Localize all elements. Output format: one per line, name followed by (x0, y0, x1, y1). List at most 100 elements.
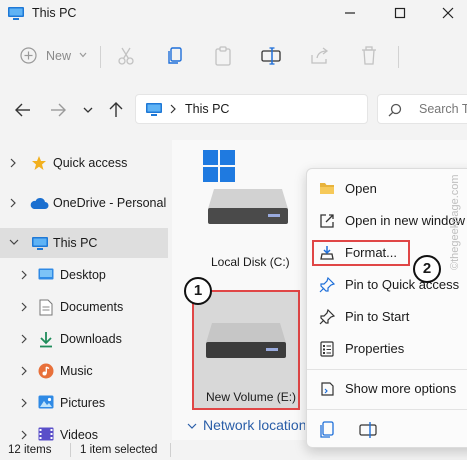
sidebar-item-onedrive[interactable]: OneDrive - Personal (0, 188, 168, 218)
sidebar-item-label: Quick access (53, 156, 128, 170)
pictures-icon (38, 395, 54, 410)
menu-divider (307, 369, 467, 370)
chevron-down-icon[interactable] (186, 422, 198, 430)
chevron-right-icon[interactable] (20, 333, 28, 345)
sidebar-item-label: This PC (53, 236, 98, 250)
sidebar-item-downloads[interactable]: Downloads (0, 324, 168, 354)
search-placeholder: Search This PC (419, 102, 467, 116)
menu-item-label: Pin to Quick access (345, 277, 460, 292)
menu-item-format[interactable]: Format... (307, 239, 467, 267)
format-drive-icon (319, 245, 335, 261)
sidebar-item-label: Desktop (60, 268, 106, 282)
drive-tile-new-volume-e[interactable]: New Volume (E:) (192, 290, 300, 410)
sidebar-item-pictures[interactable]: Pictures (0, 388, 168, 418)
close-button[interactable] (437, 4, 459, 22)
drive-label: New Volume (E:) (206, 390, 297, 404)
sidebar-item-documents[interactable]: Documents (0, 292, 168, 322)
forward-arrow-icon[interactable] (48, 100, 68, 120)
chevron-right-icon[interactable] (20, 365, 28, 377)
step-2-callout: 2 (413, 255, 441, 283)
sidebar-item-this-pc[interactable]: This PC (0, 228, 168, 258)
menu-item-label: Format... (345, 245, 398, 260)
menu-item-label: Open (345, 181, 377, 196)
menu-item-label: Properties (345, 341, 405, 356)
copy-icon[interactable] (319, 421, 335, 439)
music-icon (38, 363, 54, 379)
paste-icon[interactable] (211, 44, 235, 68)
drive-label: Local Disk (C:) (211, 255, 290, 269)
copy-icon[interactable] (163, 44, 187, 68)
toolbar-divider (100, 46, 101, 68)
this-pc-icon (145, 102, 163, 117)
sidebar-item-label: Music (60, 364, 93, 378)
menu-item-pin-to-start[interactable]: Pin to Start (307, 303, 467, 331)
properties-icon (319, 341, 335, 357)
address-bar[interactable]: This PC (135, 94, 368, 124)
cloud-icon (29, 197, 49, 210)
chevron-down-icon[interactable] (8, 238, 20, 246)
menu-item-label: Pin to Start (345, 309, 410, 324)
chevron-right-icon[interactable] (20, 269, 28, 281)
search-icon (387, 102, 403, 118)
new-button[interactable]: New (14, 45, 92, 67)
folder-open-icon (319, 181, 335, 195)
star-icon (31, 155, 47, 171)
sidebar-item-quick-access[interactable]: Quick access (0, 148, 168, 178)
back-arrow-icon[interactable] (13, 100, 33, 120)
chevron-right-icon[interactable] (9, 157, 17, 169)
status-divider (170, 443, 171, 457)
menu-item-open[interactable]: Open (307, 175, 467, 203)
menu-item-show-more-options[interactable]: Show more options (307, 375, 467, 403)
menu-item-open-in-new-window[interactable]: Open in new window (307, 207, 467, 235)
minimize-button[interactable] (339, 4, 361, 22)
window-title: This PC (32, 6, 77, 20)
rename-icon[interactable] (259, 44, 283, 68)
command-bar: New (0, 34, 467, 78)
document-icon (39, 299, 53, 316)
menu-item-label: Show more options (345, 381, 457, 396)
desktop-icon (38, 268, 54, 282)
hard-drive-icon (204, 320, 288, 360)
rename-icon[interactable] (359, 421, 379, 439)
chevron-right-icon[interactable] (9, 197, 17, 209)
section-header-network-locations[interactable]: Network locations (203, 417, 305, 433)
sidebar-item-label: OneDrive - Personal (53, 196, 167, 210)
chevron-right-icon[interactable] (20, 429, 28, 441)
sidebar-item-desktop[interactable]: Desktop (0, 260, 168, 290)
maximize-button[interactable] (389, 4, 411, 22)
status-divider (70, 443, 71, 457)
toolbar-divider (398, 46, 399, 68)
menu-item-properties[interactable]: Properties (307, 335, 467, 363)
sidebar-item-music[interactable]: Music (0, 356, 168, 386)
selection-count: 1 item selected (80, 444, 158, 456)
drive-tile-local-disk-c[interactable]: Local Disk (C:) (198, 150, 298, 269)
context-menu: Open Open in new window Format... Pin to… (306, 168, 467, 448)
sidebar-item-label: Videos (60, 428, 98, 442)
sidebar-item-label: Documents (60, 300, 124, 314)
delete-icon[interactable] (357, 44, 381, 68)
download-icon (38, 331, 54, 348)
search-box[interactable]: Search This PC (377, 94, 467, 124)
title-bar: This PC (0, 0, 467, 28)
cut-icon[interactable] (114, 44, 138, 68)
chevron-down-icon (78, 50, 88, 60)
share-icon[interactable] (308, 44, 332, 68)
item-count: 12 items (8, 444, 52, 456)
video-icon (38, 427, 54, 442)
chevron-right-icon[interactable] (20, 301, 28, 313)
menu-divider (307, 409, 467, 410)
up-arrow-icon[interactable] (106, 100, 126, 120)
watermark: ©thegeekpage.com (449, 174, 461, 270)
menu-item-pin-to-quick-access[interactable]: Pin to Quick access (307, 271, 467, 299)
step-1-callout: 1 (184, 277, 212, 305)
breadcrumb-this-pc[interactable]: This PC (185, 102, 229, 116)
chevron-right-icon[interactable] (20, 397, 28, 409)
navigation-pane: Quick access OneDrive - Personal This PC… (0, 140, 168, 442)
this-pc-icon (31, 236, 49, 251)
breadcrumb-chevron-icon[interactable] (169, 104, 177, 114)
pin-icon (319, 277, 335, 293)
windows-logo-icon (203, 150, 235, 182)
sidebar-item-label: Pictures (60, 396, 106, 410)
hard-drive-icon (206, 186, 290, 226)
chevron-down-icon[interactable] (78, 100, 98, 120)
